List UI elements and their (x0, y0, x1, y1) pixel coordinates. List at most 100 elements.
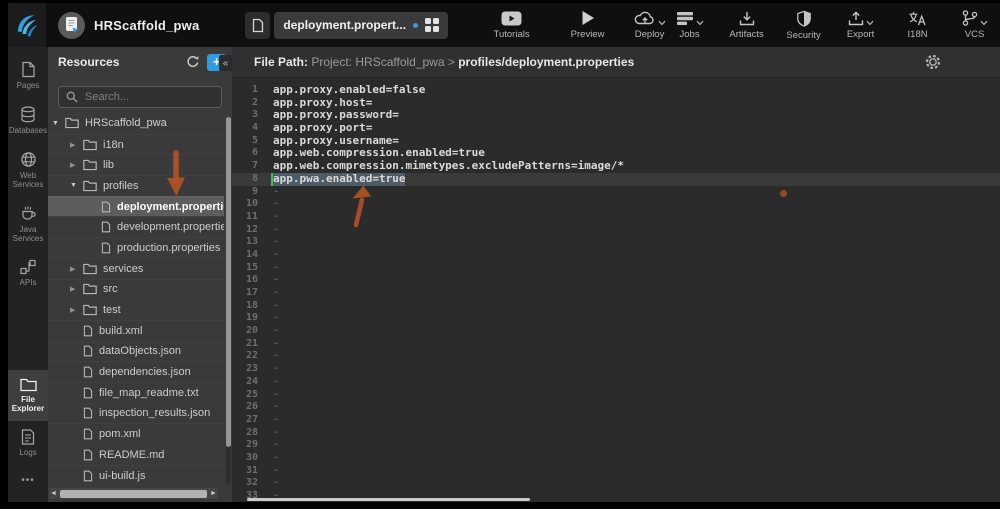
code-line-19[interactable]: 19- (232, 312, 1000, 325)
code-line-14[interactable]: 14- (232, 249, 1000, 262)
line-number: 7 (232, 160, 258, 173)
tree-item-readme-md[interactable]: README.md (48, 444, 224, 465)
refresh-icon[interactable] (186, 55, 200, 69)
scrollbar-thumb[interactable] (60, 490, 207, 498)
sidebar-item-java-services[interactable]: Java Services (8, 197, 48, 251)
code-line-25[interactable]: 25- (232, 389, 1000, 402)
empty-line-mark: - (273, 376, 279, 389)
artifacts-button[interactable]: Artifacts (727, 11, 767, 40)
code-line-21[interactable]: 21- (232, 338, 1000, 351)
chevron-collapsed-icon[interactable]: ▶ (70, 141, 83, 149)
code-line-1[interactable]: 1app.proxy.enabled=false (232, 84, 1000, 97)
git-branch-icon (961, 10, 978, 26)
dashboard-grid-icon[interactable] (425, 18, 439, 32)
chevron-expanded-icon[interactable]: ▼ (52, 120, 65, 127)
editor-horizontal-scrollbar[interactable] (247, 498, 530, 501)
code-line-17[interactable]: 17- (232, 287, 1000, 300)
line-number: 32 (232, 477, 258, 490)
search-input[interactable] (83, 90, 214, 104)
export-button[interactable]: Export (841, 11, 881, 40)
tree-item-dependencies-json[interactable]: dependencies.json (48, 361, 224, 382)
i18n-button[interactable]: I18N (898, 11, 938, 40)
code-line-8[interactable]: 8app.pwa.enabled=true (232, 173, 1000, 186)
empty-line-mark: - (273, 274, 279, 287)
more-options-icon[interactable]: ••• (8, 465, 48, 502)
search-box[interactable] (58, 86, 222, 108)
tree-item-deployment-properties[interactable]: deployment.properties (48, 196, 224, 217)
code-line-28[interactable]: 28- (232, 427, 1000, 440)
tree-item-inspection-results-json[interactable]: inspection_results.json (48, 403, 224, 424)
code-area[interactable]: 1app.proxy.enabled=false2app.proxy.host=… (232, 77, 1000, 502)
editor-settings-gear-icon[interactable] (924, 53, 942, 71)
preview-button[interactable]: Preview (568, 10, 608, 40)
code-line-10[interactable]: 10- (232, 198, 1000, 211)
chevron-collapsed-icon[interactable]: ▶ (70, 265, 83, 273)
code-line-12[interactable]: 12- (232, 224, 1000, 237)
code-line-27[interactable]: 27- (232, 414, 1000, 427)
code-line-13[interactable]: 13- (232, 236, 1000, 249)
code-text: app.proxy.port= (273, 122, 372, 135)
code-line-16[interactable]: 16 - (232, 274, 1000, 287)
sidebar-item-databases[interactable]: Databases (8, 98, 48, 143)
empty-line-mark: - (273, 401, 279, 414)
tree-item-lib[interactable]: ▶lib (48, 154, 224, 175)
sidebar-item-file-explorer[interactable]: File Explorer (8, 370, 48, 421)
chevron-expanded-icon[interactable]: ▼ (70, 182, 83, 189)
deploy-button[interactable]: Deploy (630, 10, 670, 40)
wavemaker-logo[interactable] (8, 3, 46, 47)
tree-item-services[interactable]: ▶services (48, 258, 224, 279)
chevron-collapsed-icon[interactable]: ▶ (70, 285, 83, 293)
code-line-32[interactable]: 32- (232, 477, 1000, 490)
tree-vertical-scrollbar[interactable] (226, 117, 231, 484)
chevron-collapsed-icon[interactable]: ▶ (70, 306, 83, 314)
tree-item-src[interactable]: ▶src (48, 279, 224, 300)
tree-item-development-properties[interactable]: development.properties (48, 216, 224, 237)
code-line-23[interactable]: 23- (232, 363, 1000, 376)
collapse-panel-icon[interactable]: « (219, 55, 232, 71)
code-line-7[interactable]: 7 app.web.compression.mimetypes.excludePa… (232, 160, 1000, 173)
code-line-26[interactable]: 26- (232, 401, 1000, 414)
code-line-20[interactable]: 20- (232, 325, 1000, 338)
tree-item-file-map-readme-txt[interactable]: file_map_readme.txt (48, 382, 224, 403)
sidebar-item-apis[interactable]: APIs (8, 251, 48, 295)
code-line-9[interactable]: 9- (232, 186, 1000, 199)
code-line-31[interactable]: 31- (232, 465, 1000, 478)
search-icon (66, 91, 78, 103)
code-line-22[interactable]: 22- (232, 350, 1000, 363)
tree-item-i18n[interactable]: ▶i18n (48, 134, 224, 155)
vcs-button[interactable]: VCS (955, 10, 995, 40)
sidebar-item-logs[interactable]: Logs (8, 421, 48, 465)
tree-item-build-xml[interactable]: build.xml (48, 320, 224, 341)
code-line-18[interactable]: 18- (232, 300, 1000, 313)
tab-deployment-properties[interactable]: deployment.propert... (274, 12, 447, 39)
code-line-24[interactable]: 24- (232, 376, 1000, 389)
file-icon-button[interactable] (245, 12, 270, 39)
tutorials-button[interactable]: Tutorials (492, 11, 532, 40)
code-line-30[interactable]: 30- (232, 452, 1000, 465)
tree-item-pom-xml[interactable]: pom.xml (48, 423, 224, 444)
tree-item-dataobjects-json[interactable]: dataObjects.json (48, 341, 224, 362)
scroll-right-icon[interactable]: ► (209, 490, 218, 497)
sidebar-item-pages[interactable]: Pages (8, 53, 48, 98)
tree-item-profiles[interactable]: ▼profiles (48, 175, 224, 196)
tree-item-ui-build-js[interactable]: ui-build.js (48, 465, 224, 484)
annotation-dot (780, 190, 787, 197)
sidebar-item-web-services[interactable]: Web Services (8, 143, 48, 197)
tree-item-production-properties[interactable]: production.properties (48, 237, 224, 258)
scroll-left-icon[interactable]: ◄ (49, 490, 58, 497)
tree-horizontal-scrollbar[interactable]: ◄ ► (49, 488, 218, 499)
code-text: app.web.compression.mimetypes.excludePat… (273, 160, 624, 173)
code-line-29[interactable]: 29- (232, 439, 1000, 452)
line-number: 9 (232, 186, 258, 199)
jobs-button[interactable]: Jobs (670, 11, 710, 40)
project-switcher[interactable]: HRScaffold_pwa (58, 12, 199, 39)
line-number: 16 (232, 274, 258, 287)
tree-item-hrscaffold-pwa[interactable]: ▼HRScaffold_pwa (48, 113, 224, 134)
code-line-15[interactable]: 15- (232, 262, 1000, 275)
code-line-4[interactable]: 4app.proxy.port= (232, 122, 1000, 135)
line-number: 15 (232, 262, 258, 275)
chevron-collapsed-icon[interactable]: ▶ (70, 161, 83, 169)
tree-item-test[interactable]: ▶test (48, 299, 224, 320)
code-line-11[interactable]: 11- (232, 211, 1000, 224)
security-button[interactable]: Security (784, 10, 824, 41)
